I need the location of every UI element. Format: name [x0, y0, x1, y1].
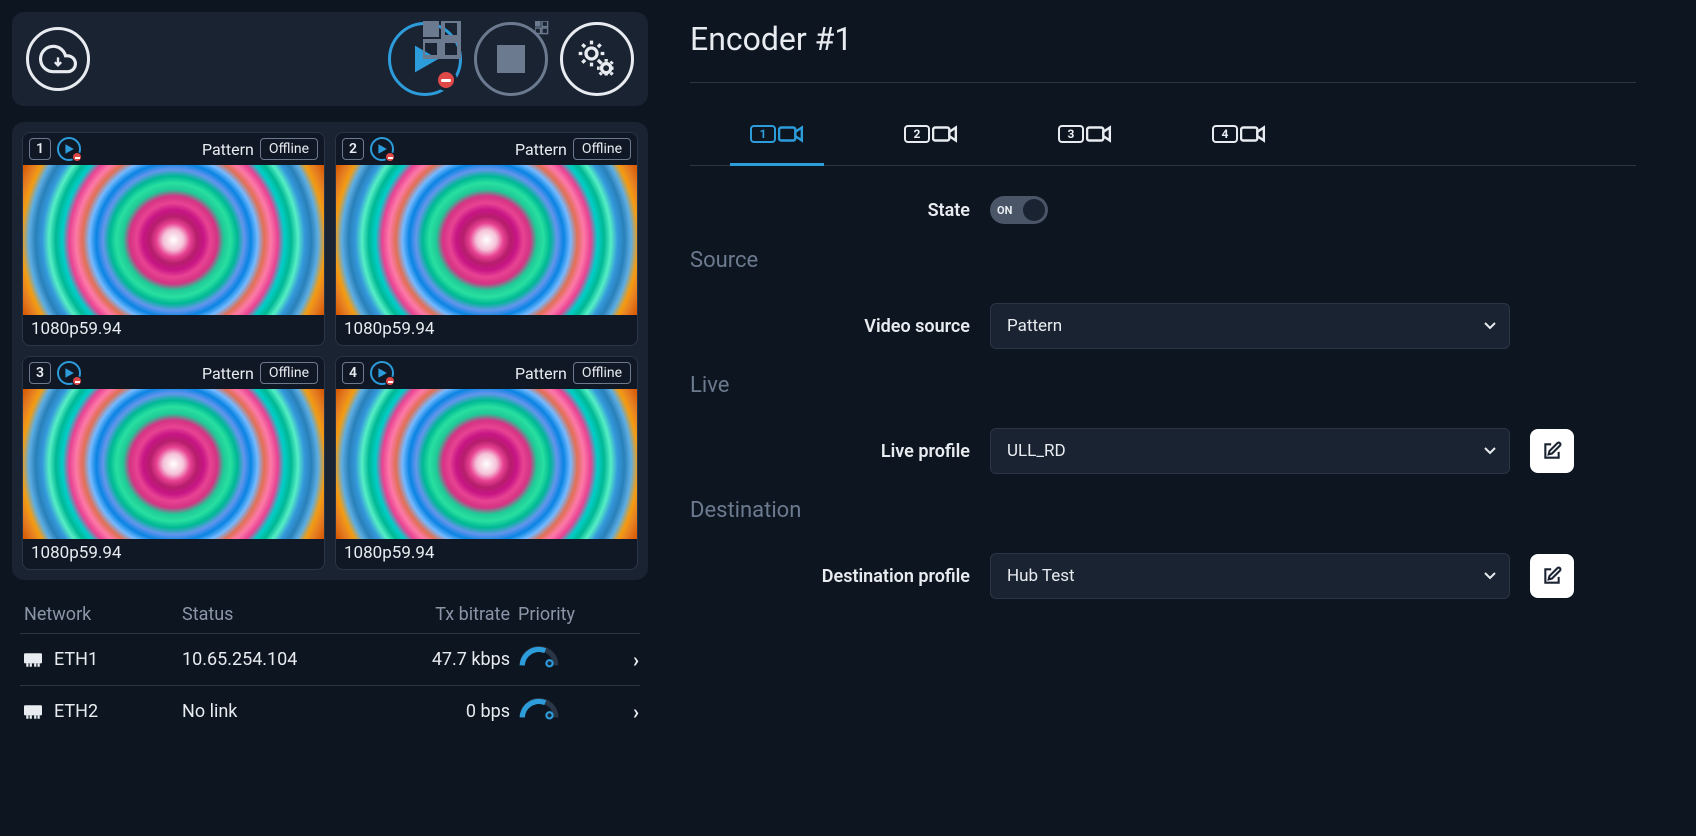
- tab-number: 2: [904, 125, 930, 143]
- encoder-play-button[interactable]: [370, 361, 394, 385]
- encoder-tab-2[interactable]: 2: [884, 113, 978, 166]
- encoder-source: Pattern: [202, 364, 254, 383]
- encoder-card[interactable]: 1 Pattern Offline 1080p59.94: [22, 132, 325, 346]
- col-status: Status: [182, 604, 382, 625]
- col-priority: Priority: [518, 604, 608, 625]
- remove-badge-icon: [385, 152, 395, 162]
- encoder-play-button[interactable]: [57, 361, 81, 385]
- destination-profile-label: Destination profile: [690, 566, 970, 587]
- encoder-card[interactable]: 4 Pattern Offline 1080p59.94: [335, 356, 638, 570]
- encoder-format: 1080p59.94: [336, 539, 637, 569]
- ethernet-icon: [24, 705, 42, 719]
- source-section: Source: [690, 248, 1636, 273]
- remove-badge-icon: [72, 152, 82, 162]
- stop-icon: [497, 45, 525, 73]
- encoder-source: Pattern: [515, 140, 567, 159]
- camera-icon: [778, 123, 804, 145]
- encoder-status: Offline: [573, 138, 631, 160]
- camera-icon: [1086, 123, 1112, 145]
- camera-icon: [932, 123, 958, 145]
- network-row[interactable]: ETH1 10.65.254.104 47.7 kbps ›: [20, 633, 640, 685]
- edit-icon: [1542, 566, 1562, 586]
- encoder-number: 2: [342, 138, 364, 160]
- encoder-source: Pattern: [202, 140, 254, 159]
- encoder-preview: [23, 165, 324, 315]
- grid-marker-icon: [535, 21, 549, 35]
- edit-destination-profile-button[interactable]: [1530, 554, 1574, 598]
- encoder-tabs: 1 2 3 4: [690, 113, 1636, 166]
- remove-badge-icon: [435, 69, 457, 91]
- cloud-icon: [39, 40, 77, 78]
- encoder-status: Offline: [573, 362, 631, 384]
- gauge-icon: [518, 644, 560, 670]
- live-profile-select[interactable]: ULL_RD: [990, 428, 1510, 474]
- play-all-button[interactable]: [388, 22, 462, 96]
- ethernet-icon: [24, 653, 42, 667]
- encoder-preview: [336, 165, 637, 315]
- col-tx: Tx bitrate: [390, 604, 510, 625]
- state-label: State: [690, 200, 970, 221]
- encoder-number: 1: [29, 138, 51, 160]
- network-name: ETH1: [54, 649, 98, 670]
- grid-marker-icon: [423, 21, 463, 61]
- remove-badge-icon: [72, 376, 82, 386]
- encoder-tab-3[interactable]: 3: [1038, 113, 1132, 166]
- encoder-format: 1080p59.94: [23, 539, 324, 569]
- network-tx: 47.7 kbps: [390, 649, 510, 670]
- remove-badge-icon: [385, 376, 395, 386]
- toggle-knob: [1023, 199, 1045, 221]
- destination-profile-select[interactable]: Hub Test: [990, 553, 1510, 599]
- tab-number: 1: [750, 125, 776, 143]
- network-row[interactable]: ETH2 No link 0 bps ›: [20, 685, 640, 737]
- chevron-right-icon: ›: [616, 700, 656, 724]
- encoder-tab-1[interactable]: 1: [730, 113, 824, 166]
- encoder-source: Pattern: [515, 364, 567, 383]
- encoder-preview: [336, 389, 637, 539]
- gauge-icon: [518, 696, 560, 722]
- gears-icon: [575, 37, 619, 81]
- state-toggle[interactable]: ON: [990, 196, 1048, 224]
- edit-live-profile-button[interactable]: [1530, 429, 1574, 473]
- encoder-status: Offline: [260, 362, 318, 384]
- cloud-sync-button[interactable]: [26, 27, 90, 91]
- stop-all-button[interactable]: [474, 22, 548, 96]
- settings-button[interactable]: [560, 22, 634, 96]
- camera-icon: [1240, 123, 1266, 145]
- encoder-format: 1080p59.94: [336, 315, 637, 345]
- encoder-card[interactable]: 3 Pattern Offline 1080p59.94: [22, 356, 325, 570]
- destination-section: Destination: [690, 498, 1636, 523]
- tab-number: 3: [1058, 125, 1084, 143]
- encoder-play-button[interactable]: [57, 137, 81, 161]
- page-title: Encoder #1: [690, 20, 1636, 58]
- chevron-right-icon: ›: [616, 648, 656, 672]
- toolbar: [12, 12, 648, 106]
- encoder-tab-4[interactable]: 4: [1192, 113, 1286, 166]
- encoder-card[interactable]: 2 Pattern Offline 1080p59.94: [335, 132, 638, 346]
- encoder-grid: 1 Pattern Offline 1080p59.94 2 Pattern O…: [12, 122, 648, 580]
- network-tx: 0 bps: [390, 701, 510, 722]
- network-name: ETH2: [54, 701, 98, 722]
- encoder-status: Offline: [260, 138, 318, 160]
- divider: [690, 82, 1636, 83]
- tab-number: 4: [1212, 125, 1238, 143]
- edit-icon: [1542, 441, 1562, 461]
- network-status: 10.65.254.104: [182, 649, 382, 670]
- network-status: No link: [182, 701, 382, 722]
- col-network: Network: [24, 604, 174, 625]
- encoder-play-button[interactable]: [370, 137, 394, 161]
- toggle-value: ON: [997, 204, 1012, 217]
- video-source-label: Video source: [690, 316, 970, 337]
- encoder-format: 1080p59.94: [23, 315, 324, 345]
- video-source-select[interactable]: Pattern: [990, 303, 1510, 349]
- encoder-number: 4: [342, 362, 364, 384]
- encoder-preview: [23, 389, 324, 539]
- network-table: Network Status Tx bitrate Priority ETH1 …: [12, 596, 648, 737]
- live-section: Live: [690, 373, 1636, 398]
- encoder-number: 3: [29, 362, 51, 384]
- live-profile-label: Live profile: [690, 441, 970, 462]
